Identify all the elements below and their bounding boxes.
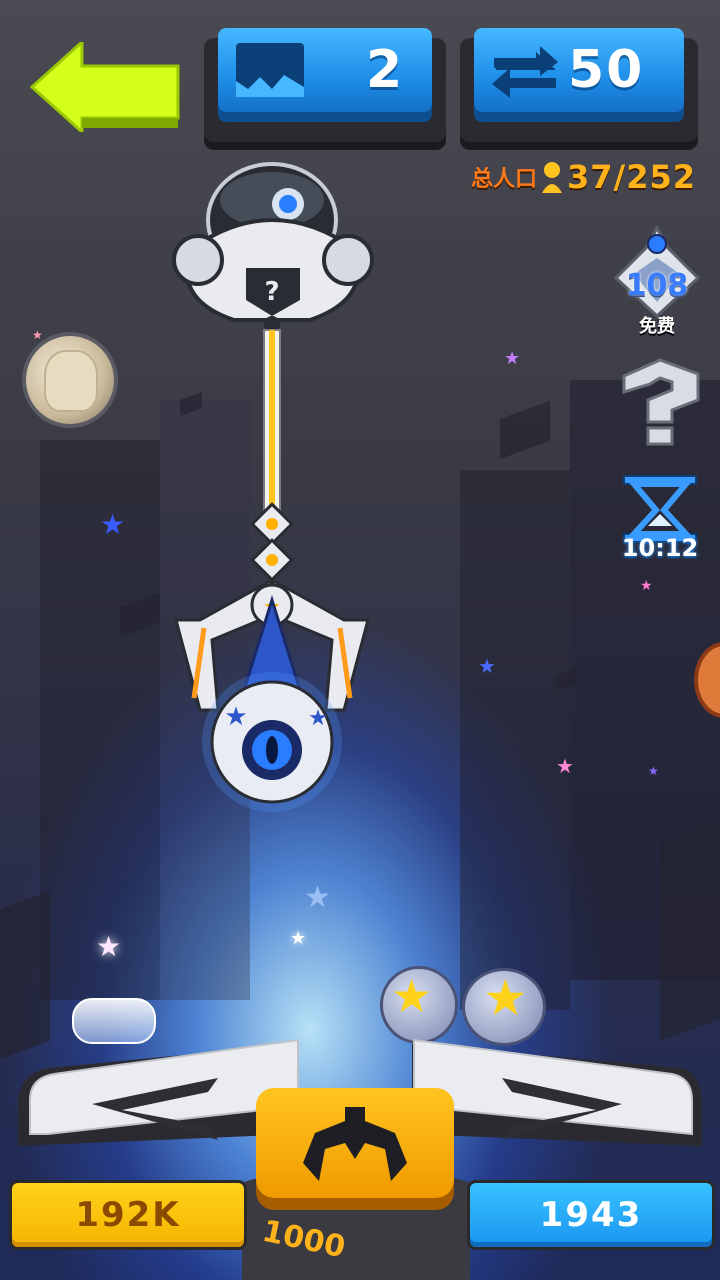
- bg-cube: [660, 819, 720, 1041]
- population-value: 37/252: [566, 158, 696, 196]
- map-count-value: 2: [366, 40, 405, 100]
- mystery-button[interactable]: [616, 356, 706, 446]
- back-button[interactable]: [29, 38, 180, 136]
- star-sparkle: ★: [290, 928, 307, 949]
- map-count-panel: 2: [204, 28, 446, 150]
- question-mark-icon: [622, 358, 700, 446]
- refresh-count-value: 50: [568, 40, 645, 100]
- star-sparkle: ★: [100, 508, 126, 541]
- claw-icon: [303, 1107, 407, 1181]
- claw-machine: ? ★ ★ ★: [172, 162, 374, 812]
- avatar-hair: [44, 350, 98, 412]
- population-display: 总人口 37/252: [471, 158, 696, 196]
- star-sparkle: ★: [96, 930, 122, 963]
- map-count-button[interactable]: 2: [218, 28, 432, 112]
- refresh-count-panel: 50: [460, 28, 698, 150]
- person-icon: [541, 162, 562, 193]
- refresh-arrows-icon: [492, 46, 558, 98]
- svg-text:★: ★: [224, 702, 247, 732]
- back-arrow-icon: [29, 38, 180, 136]
- bg-cube: [500, 400, 550, 460]
- svg-text:?: ?: [264, 277, 279, 307]
- star-sparkle: ★: [640, 578, 653, 594]
- star-sparkle: ★: [648, 764, 659, 778]
- player-avatar[interactable]: [22, 332, 118, 428]
- star-sparkle: ★: [478, 654, 496, 678]
- star-sparkle: ★: [32, 328, 43, 342]
- population-label: 总人口: [470, 167, 537, 192]
- prize-star-ball: ★: [380, 966, 458, 1044]
- refresh-button[interactable]: 50: [474, 28, 684, 112]
- star-sparkle: ★: [304, 880, 331, 915]
- timer-button[interactable]: 10:12: [618, 474, 702, 570]
- gold-balance: 192K: [12, 1183, 244, 1247]
- star-sparkle: ★: [556, 754, 574, 778]
- star-sparkle: ★: [504, 348, 521, 369]
- timer-value: 10:12: [621, 534, 699, 562]
- game-scene: ★ ★ ★ ★ ★ ★ ★ ★ ★ ★ ? ★ ★ 2 50 总人口 37/25…: [0, 0, 720, 1280]
- bg-pillar: [460, 470, 570, 1010]
- star-decoration: ★: [391, 969, 433, 1023]
- free-spin-label: 免费: [639, 316, 675, 337]
- free-spin-button[interactable]: 108 免费: [612, 224, 702, 337]
- monster-map-icon: [236, 43, 304, 97]
- gem-balance: 1943: [470, 1183, 712, 1247]
- star-decoration: ★: [483, 969, 528, 1027]
- free-spin-count: 108: [625, 268, 689, 303]
- svg-text:★: ★: [308, 706, 328, 731]
- grab-button[interactable]: [256, 1088, 454, 1198]
